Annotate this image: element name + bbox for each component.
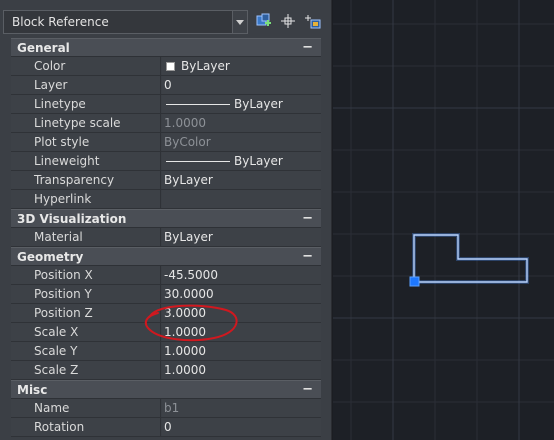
property-value: ByColor	[164, 135, 211, 149]
property-value[interactable]: 30.0000	[164, 287, 214, 301]
section-title: Misc	[17, 383, 48, 397]
property-row-layer[interactable]: Layer 0	[0, 76, 321, 95]
property-name: Scale Z	[34, 363, 79, 377]
property-row-plot-style[interactable]: Plot style ByColor	[0, 133, 321, 152]
grid-lines	[333, 0, 554, 440]
property-row-scale-y[interactable]: Scale Y 1.0000	[0, 342, 321, 361]
linetype-preview	[166, 104, 230, 105]
section-general: General − Color ByLayer Layer 0 Linetype…	[0, 38, 331, 209]
property-value[interactable]: ByLayer	[164, 230, 213, 244]
property-row-lineweight[interactable]: Lineweight ByLayer	[0, 152, 321, 171]
property-name: Position Y	[34, 287, 92, 301]
property-name: Hyperlink	[34, 192, 92, 206]
select-objects-icon[interactable]	[279, 12, 299, 32]
property-name: Color	[34, 59, 66, 73]
collapse-icon[interactable]: −	[302, 382, 313, 397]
property-value[interactable]: ByLayer	[181, 59, 230, 73]
property-value: b1	[164, 401, 180, 415]
section-header-misc[interactable]: Misc −	[11, 380, 321, 399]
palette-toolbar: Block Reference	[0, 0, 331, 38]
property-name: Transparency	[34, 173, 115, 187]
section-header-3d-visualization[interactable]: 3D Visualization −	[11, 209, 321, 228]
grip-handle[interactable]	[409, 276, 420, 287]
quick-select-icon[interactable]	[255, 12, 275, 32]
section-title: General	[17, 41, 70, 55]
property-name: Plot style	[34, 135, 90, 149]
property-name: Scale Y	[34, 344, 78, 358]
color-swatch-icon	[166, 62, 175, 71]
object-type-label: Block Reference	[12, 15, 109, 29]
property-row-name[interactable]: Name b1	[0, 399, 321, 418]
property-name: Rotation	[34, 420, 85, 434]
section-misc: Misc − Name b1 Rotation 0	[0, 380, 331, 437]
property-row-scale-x[interactable]: Scale X 1.0000	[0, 323, 321, 342]
section-3d-visualization: 3D Visualization − Material ByLayer	[0, 209, 331, 247]
property-name: Position Z	[34, 306, 93, 320]
property-value[interactable]: ByLayer	[234, 154, 283, 168]
property-name: Position X	[34, 268, 93, 282]
property-name: Name	[34, 401, 70, 415]
property-value[interactable]: 3.0000	[164, 306, 206, 320]
property-row-color[interactable]: Color ByLayer	[0, 57, 321, 76]
property-row-rotation[interactable]: Rotation 0	[0, 418, 321, 437]
drawing-canvas[interactable]	[333, 0, 554, 440]
property-row-transparency[interactable]: Transparency ByLayer	[0, 171, 321, 190]
property-value[interactable]: -45.5000	[164, 268, 218, 282]
model-space	[333, 0, 554, 440]
property-row-hyperlink[interactable]: Hyperlink	[0, 190, 321, 209]
property-value[interactable]: 1.0000	[164, 344, 206, 358]
property-name: Scale X	[34, 325, 79, 339]
property-name: Layer	[34, 78, 68, 92]
property-value[interactable]: ByLayer	[164, 173, 213, 187]
collapse-icon[interactable]: −	[302, 211, 313, 226]
lineweight-preview	[166, 161, 230, 162]
palette-scrollbar[interactable]	[321, 38, 331, 440]
property-name: Linetype scale	[34, 116, 121, 130]
property-value[interactable]: 0	[164, 420, 172, 434]
toggle-pickadd-icon[interactable]	[304, 12, 324, 32]
section-header-general[interactable]: General −	[11, 38, 321, 57]
property-value[interactable]: 1.0000	[164, 363, 206, 377]
property-row-position-z[interactable]: Position Z 3.0000	[0, 304, 321, 323]
property-row-linetype[interactable]: Linetype ByLayer	[0, 95, 321, 114]
properties-palette: Block Reference General − Color ByLayer …	[0, 0, 332, 440]
section-title: 3D Visualization	[17, 212, 127, 226]
property-row-linetype-scale[interactable]: Linetype scale 1.0000	[0, 114, 321, 133]
property-value[interactable]: 0	[164, 78, 172, 92]
section-title: Geometry	[17, 250, 84, 264]
chevron-down-icon[interactable]	[232, 11, 247, 33]
property-name: Material	[34, 230, 83, 244]
property-row-material[interactable]: Material ByLayer	[0, 228, 321, 247]
property-row-scale-z[interactable]: Scale Z 1.0000	[0, 361, 321, 380]
property-row-position-y[interactable]: Position Y 30.0000	[0, 285, 321, 304]
section-header-geometry[interactable]: Geometry −	[11, 247, 321, 266]
property-value[interactable]: 1.0000	[164, 325, 206, 339]
collapse-icon[interactable]: −	[302, 40, 313, 55]
property-value[interactable]: 1.0000	[164, 116, 206, 130]
section-geometry: Geometry − Position X -45.5000 Position …	[0, 247, 331, 380]
property-row-position-x[interactable]: Position X -45.5000	[0, 266, 321, 285]
property-name: Linetype	[34, 97, 86, 111]
property-grid: General − Color ByLayer Layer 0 Linetype…	[0, 38, 331, 437]
collapse-icon[interactable]: −	[302, 249, 313, 264]
property-value[interactable]: ByLayer	[234, 97, 283, 111]
object-type-dropdown[interactable]: Block Reference	[3, 10, 248, 34]
property-name: Lineweight	[34, 154, 100, 168]
